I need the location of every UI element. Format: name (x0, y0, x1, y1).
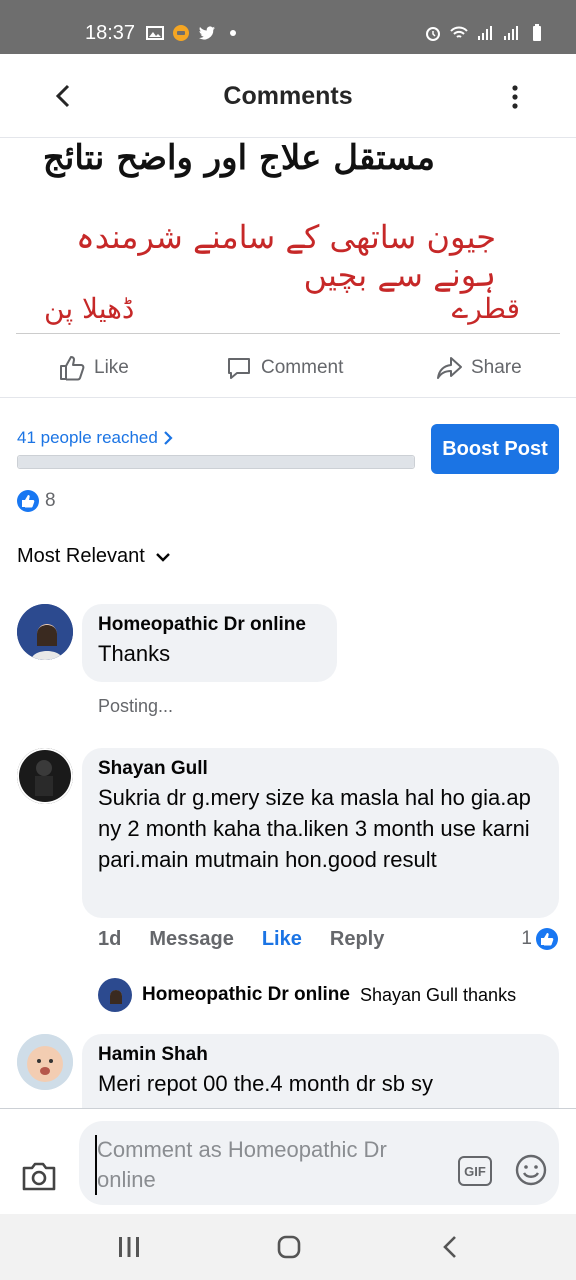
status-notification-icons (146, 24, 242, 42)
camera-icon[interactable] (20, 1159, 58, 1193)
chevron-down-icon (155, 552, 170, 562)
comment-composer: Comment as Homeopathic Dr online GIF (0, 1108, 576, 1214)
comment-author[interactable]: Hamin Shah (98, 1044, 543, 1066)
comment-input[interactable]: Comment as Homeopathic Dr online GIF (79, 1121, 559, 1205)
like-button[interactable]: Like (58, 354, 129, 382)
comment-reaction-number: 1 (521, 928, 532, 949)
post-action-bar: Like Comment Share (0, 336, 576, 398)
recent-apps-icon[interactable] (116, 1234, 142, 1260)
reply-author: Homeopathic Dr online (142, 984, 350, 1005)
boost-post-button[interactable]: Boost Post (431, 424, 559, 474)
page-title: Comments (223, 82, 353, 110)
comment-sort-dropdown[interactable]: Most Relevant (17, 545, 171, 568)
system-nav-bar (0, 1214, 576, 1280)
reaction-count: 8 (45, 490, 56, 511)
reply-link[interactable]: Reply (330, 928, 384, 951)
share-button[interactable]: Share (435, 354, 522, 382)
people-reached-link[interactable]: 41 people reached (17, 428, 174, 448)
message-link[interactable]: Message (149, 928, 234, 951)
like-reaction-icon (17, 490, 39, 512)
comment-posting-status: Posting... (98, 696, 174, 716)
comment-author[interactable]: Homeopathic Dr online (98, 614, 321, 636)
comment-bubble: Homeopathic Dr online Thanks (82, 604, 337, 682)
more-options-icon[interactable] (510, 84, 520, 110)
emoji-icon[interactable] (515, 1154, 547, 1186)
avatar (98, 978, 132, 1012)
comment-button[interactable]: Comment (225, 354, 343, 382)
status-time: 18:37 (85, 22, 136, 44)
avatar[interactable] (17, 1034, 73, 1090)
gallery-icon (146, 26, 164, 40)
comment-author[interactable]: Shayan Gull (98, 758, 543, 780)
dot-icon (230, 30, 236, 36)
like-reaction-icon (536, 928, 558, 950)
comment-text: Meri repot 00 the.4 month dr sb sy (98, 1071, 434, 1096)
comment-text: Sukria dr g.mery size ka masla hal ho gi… (98, 785, 531, 872)
chevron-right-icon (164, 431, 173, 445)
post-image[interactable]: مستقل علاج اور واضح نتائج جیون ساتھی کے … (16, 138, 560, 334)
reply-preview[interactable]: Homeopathic Dr online Shayan Gull thanks (98, 978, 516, 1012)
status-system-icons (424, 24, 546, 42)
post-image-line-2: جیون ساتھی کے سامنے شرمندہ ہونے سے بچیں (76, 218, 496, 294)
home-icon[interactable] (276, 1234, 302, 1260)
app-notification-icon (173, 25, 189, 41)
back-icon[interactable] (438, 1234, 464, 1260)
thumbs-up-icon (60, 356, 85, 381)
comment-input-placeholder: Comment as Homeopathic Dr online (95, 1135, 445, 1195)
top-app-bar: Comments (0, 54, 576, 138)
share-arrow-icon (437, 357, 462, 379)
comment-label: Comment (261, 357, 344, 378)
twitter-icon (199, 26, 215, 40)
reply-text: Shayan Gull thanks (359, 984, 517, 1005)
reach-progress-bar (17, 455, 415, 469)
sort-label: Most Relevant (17, 545, 145, 567)
gif-button[interactable]: GIF (458, 1156, 492, 1186)
comment-reaction-count[interactable]: 1 (521, 928, 558, 950)
reactions-summary[interactable]: 8 (17, 490, 56, 512)
people-reached-label: 41 people reached (17, 428, 158, 447)
signal-icon (478, 26, 492, 40)
wifi-icon (450, 26, 468, 38)
like-label: Like (94, 357, 129, 378)
avatar[interactable] (17, 748, 73, 804)
comment-meta: 1d Message Like Reply (98, 928, 384, 951)
share-label: Share (471, 357, 522, 378)
alarm-icon (426, 27, 440, 41)
comment-text: Thanks (98, 641, 171, 666)
post-image-line-3-right: قطرے (451, 292, 520, 325)
status-bar: 18:37 (0, 0, 576, 54)
comment-like-link[interactable]: Like (262, 928, 302, 951)
post-image-line-3-left: ڈھیلا پن (44, 292, 135, 325)
avatar[interactable] (17, 604, 73, 660)
comment-bubble-icon (228, 358, 250, 379)
comment-age: 1d (98, 928, 122, 950)
comment-bubble: Shayan Gull Sukria dr g.mery size ka mas… (82, 748, 559, 918)
post-image-line-1: مستقل علاج اور واضح نتائج (42, 138, 435, 178)
signal-icon-2 (504, 26, 518, 40)
battery-icon (533, 24, 541, 41)
